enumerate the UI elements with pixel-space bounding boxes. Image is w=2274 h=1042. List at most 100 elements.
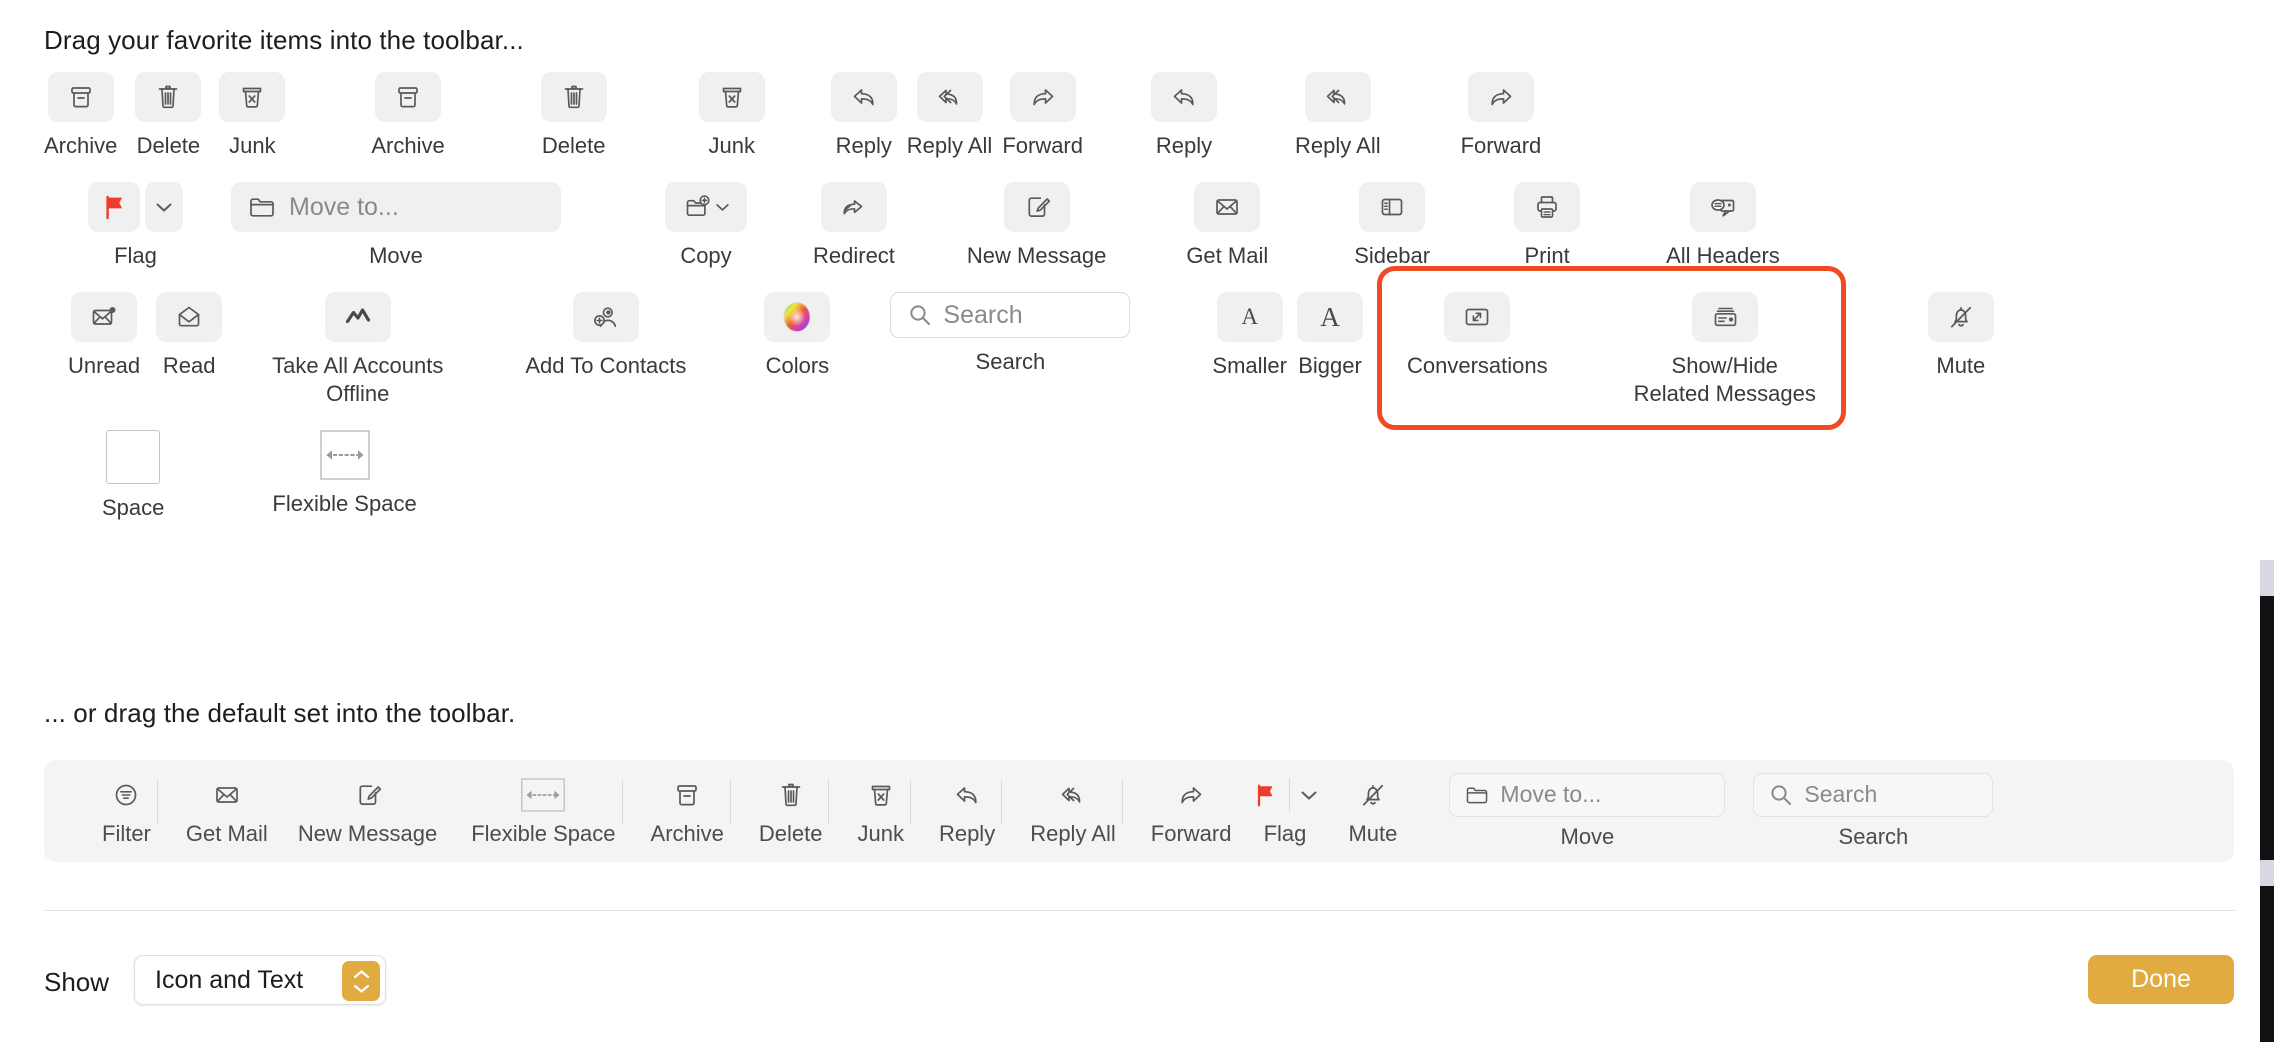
default-search-field[interactable]: Search [1753,772,1994,817]
palette-item-archive[interactable]: Archive [371,72,445,160]
envelope-icon[interactable] [212,776,242,814]
flag-icon[interactable] [88,182,140,232]
default-item-archive[interactable]: Archive [647,776,728,847]
reply-icon[interactable] [952,776,982,814]
search-field[interactable]: Search [890,292,1131,338]
printer-icon[interactable] [1514,182,1581,232]
palette-item-read[interactable]: Read [156,292,223,380]
chevron-down-icon[interactable] [1300,789,1318,801]
unread-envelope-icon[interactable] [71,292,138,342]
mute-bell-icon[interactable] [1927,292,1994,342]
add-contact-icon[interactable] [572,292,639,342]
forward-icon[interactable] [1176,776,1206,814]
filter-icon[interactable] [111,776,141,814]
palette-item-forward[interactable]: Forward [1461,72,1541,160]
sidebar-icon[interactable] [1359,182,1426,232]
space-box-icon[interactable] [106,430,161,484]
default-item-flag[interactable]: Flag [1247,776,1322,847]
palette-item-move[interactable]: Move to... Move [231,182,561,270]
palette-item-get-mail[interactable]: Get Mail [1186,182,1268,270]
junk-icon[interactable] [698,72,765,122]
default-item-junk[interactable]: Junk [853,776,907,847]
palette-item-search[interactable]: Search Search [890,292,1131,376]
default-item-new-message[interactable]: New Message [294,776,441,847]
default-item-reply[interactable]: Reply [935,776,999,847]
trash-icon[interactable] [135,72,202,122]
flexible-space-icon[interactable] [311,430,379,480]
conversations-icon[interactable] [1444,292,1511,342]
redirect-icon[interactable] [820,182,887,232]
all-headers-icon[interactable] [1689,182,1756,232]
compose-icon[interactable] [1003,182,1070,232]
junk-icon[interactable] [866,776,896,814]
reply-all-icon[interactable] [1058,776,1088,814]
palette-item-flexible-space[interactable]: Flexible Space [272,430,417,518]
copy-folder-icon[interactable] [665,182,747,232]
done-button[interactable]: Done [2088,955,2234,1004]
default-item-search[interactable]: Search Search [1749,772,1997,850]
default-item-get-mail[interactable]: Get Mail [182,776,272,847]
default-item-reply-all[interactable]: Reply All [1026,776,1120,847]
show-mode-popup-button[interactable]: Icon and Text [134,955,386,1005]
reply-icon[interactable] [830,72,897,122]
palette-item-reply[interactable]: Reply [1151,72,1217,160]
trash-icon[interactable] [776,776,806,814]
palette-item-conversations[interactable]: Conversations [1407,292,1548,380]
default-move-to-field[interactable]: Move to... [1449,772,1726,817]
palette-item-archive[interactable]: Archive [44,72,117,160]
default-item-delete[interactable]: Delete [755,776,827,847]
palette-item-delete[interactable]: Delete [540,72,607,160]
move-to-field[interactable]: Move to... [231,182,561,232]
default-flag-control[interactable] [1251,776,1318,814]
reply-icon[interactable] [1151,72,1217,122]
palette-item-delete[interactable]: Delete [135,72,202,160]
junk-icon[interactable] [219,72,286,122]
flag-control[interactable] [88,182,183,232]
archive-icon[interactable] [375,72,442,122]
palette-item-add-to-contacts[interactable]: Add To Contacts [525,292,686,380]
palette-item-unread[interactable]: Unread [68,292,140,380]
palette-item-all-headers[interactable]: All Headers [1666,182,1780,270]
palette-item-reply-all[interactable]: Reply All [1295,72,1381,160]
palette-item-smaller[interactable]: A Smaller [1212,292,1287,380]
default-set-toolbar[interactable]: Filter Get Mail New Message Flexible Space A… [44,760,2234,862]
letter-a-small-icon[interactable]: A [1216,292,1283,342]
palette-item-copy[interactable]: Copy [665,182,747,270]
palette-item-flag[interactable]: Flag [88,182,183,270]
palette-item-reply[interactable]: Reply [830,72,897,160]
palette-item-junk[interactable]: Junk [219,72,286,160]
default-item-forward[interactable]: Forward [1147,776,1236,847]
read-envelope-icon[interactable] [156,292,223,342]
palette-item-redirect[interactable]: Redirect [813,182,895,270]
mute-bell-icon[interactable] [1358,776,1388,814]
palette-item-junk[interactable]: Junk [698,72,765,160]
related-messages-icon[interactable] [1691,292,1758,342]
color-wheel-icon[interactable] [764,292,831,342]
trash-icon[interactable] [540,72,607,122]
palette-item-take-all-accounts-offline[interactable]: Take All Accounts Offline [272,292,443,408]
palette-item-reply-all[interactable]: Reply All [907,72,992,160]
reply-all-icon[interactable] [916,72,983,122]
palette-item-new-message[interactable]: New Message [967,182,1106,270]
letter-a-big-icon[interactable]: A [1296,292,1363,342]
palette-item-mute[interactable]: Mute [1927,292,1994,380]
palette-item-colors[interactable]: Colors [764,292,831,380]
palette-item-space[interactable]: Space [102,430,164,522]
palette-item-sidebar[interactable]: Sidebar [1354,182,1430,270]
default-item-flexible-space[interactable]: Flexible Space [467,776,619,847]
palette-item-forward[interactable]: Forward [1002,72,1083,160]
flexible-space-icon[interactable] [520,776,566,814]
forward-icon[interactable] [1467,72,1534,122]
palette-item-print[interactable]: Print [1514,182,1581,270]
stepper-chevrons-icon[interactable] [342,961,380,1001]
chevron-down-icon[interactable] [145,182,183,232]
default-item-mute[interactable]: Mute [1344,776,1401,847]
envelope-icon[interactable] [1194,182,1261,232]
palette-item-bigger[interactable]: A Bigger [1296,292,1363,380]
offline-icon[interactable] [324,292,391,342]
compose-icon[interactable] [353,776,383,814]
reply-all-icon[interactable] [1304,72,1371,122]
archive-icon[interactable] [47,72,114,122]
palette-item-show-hide-related-messages[interactable]: Show/Hide Related Messages [1634,292,1816,408]
archive-icon[interactable] [672,776,702,814]
